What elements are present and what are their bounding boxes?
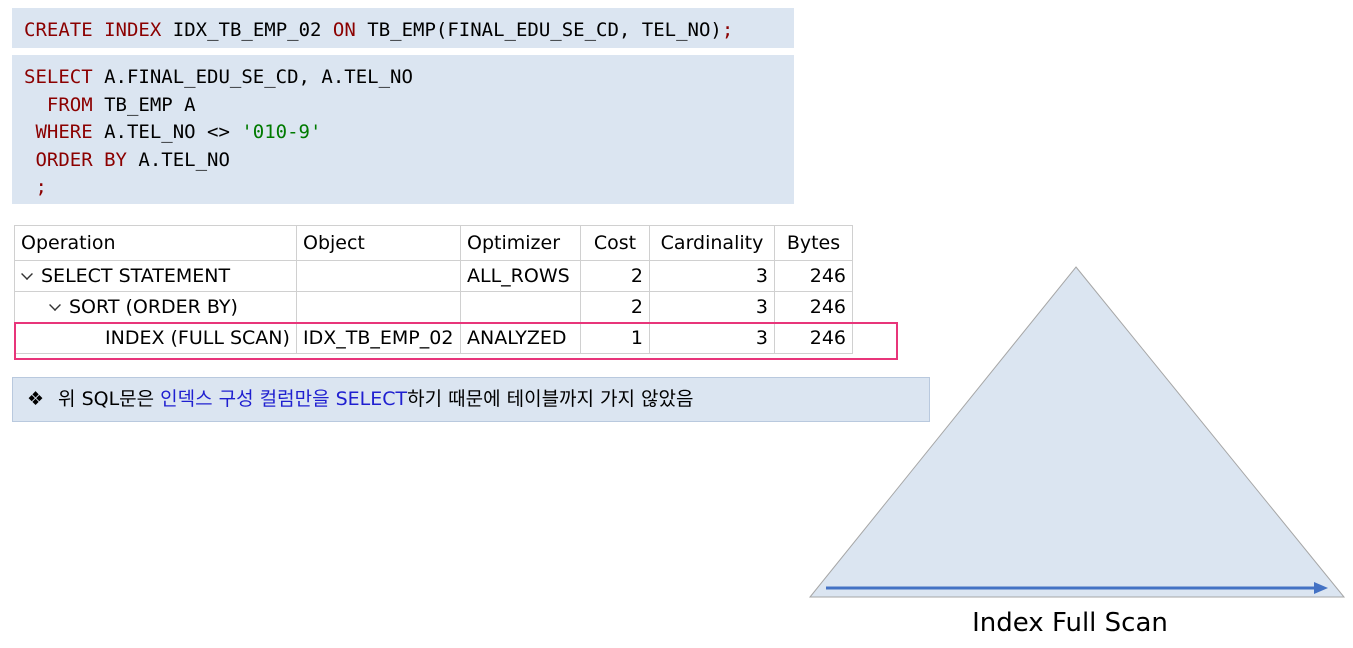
sql-line: SELECT A.FINAL_EDU_SE_CD, A.TEL_NO xyxy=(24,64,794,92)
note-text: 하기 때문에 테이블까지 가지 않았음 xyxy=(407,388,694,410)
index-triangle xyxy=(808,266,1346,598)
column-header[interactable]: Cardinality xyxy=(649,225,775,261)
cost-cell: 2 xyxy=(580,260,650,292)
sql-keyword: ORDER BY xyxy=(24,148,127,171)
note-highlight: 인덱스 구성 컬럼만을 SELECT xyxy=(160,388,408,410)
column-header[interactable]: Cost xyxy=(580,225,650,261)
table-columns: TB_EMP(FINAL_EDU_SE_CD, TEL_NO) xyxy=(367,19,722,41)
table-row[interactable]: SORT (ORDER BY) 2 3 246 xyxy=(14,291,853,323)
sql-keyword: INDEX xyxy=(104,19,162,41)
sql-keyword: SELECT xyxy=(24,66,93,88)
chevron-down-icon[interactable] xyxy=(21,268,33,280)
sql-string: '010-9' xyxy=(241,121,322,143)
sql-keyword: FROM xyxy=(24,93,93,116)
object-cell xyxy=(296,291,461,323)
sql-text: A.FINAL_EDU_SE_CD, A.TEL_NO xyxy=(92,66,413,88)
cardinality-cell: 3 xyxy=(649,291,775,323)
explanation-note: ❖ 위 SQL문은 인덱스 구성 컬럼만을 SELECT하기 때문에 테이블까지 … xyxy=(12,377,930,422)
operation-cell: SELECT STATEMENT xyxy=(41,265,231,287)
diamond-bullet-icon: ❖ xyxy=(27,388,45,410)
sql-text: TB_EMP A xyxy=(92,93,196,116)
cardinality-cell: 3 xyxy=(649,260,775,292)
sql-keyword: CREATE xyxy=(24,19,93,41)
column-header[interactable]: Object xyxy=(296,225,461,261)
index-name: IDX_TB_EMP_02 xyxy=(172,19,322,41)
highlight-box xyxy=(14,322,898,360)
sql-text: A.TEL_NO xyxy=(126,148,230,171)
sql-text: A.TEL_NO <> xyxy=(92,121,242,143)
sql-semicolon: ; xyxy=(721,19,734,41)
column-header[interactable]: Bytes xyxy=(774,225,853,261)
sql-keyword: ON xyxy=(332,19,356,41)
optimizer-cell: ALL_ROWS xyxy=(460,260,581,292)
table-header-row: Operation Object Optimizer Cost Cardinal… xyxy=(14,225,853,261)
column-header[interactable]: Operation xyxy=(14,225,297,261)
sql-line: ; xyxy=(24,176,47,198)
column-header[interactable]: Optimizer xyxy=(460,225,581,261)
sql-line: WHERE A.TEL_NO <> '010-9' xyxy=(24,119,794,147)
sql-line: FROM TB_EMP A xyxy=(24,92,794,120)
sql-line: ORDER BY A.TEL_NO xyxy=(24,147,794,175)
create-index-sql: CREATE INDEX IDX_TB_EMP_02 ON TB_EMP(FIN… xyxy=(12,8,794,48)
select-sql: SELECT A.FINAL_EDU_SE_CD, A.TEL_NO FROM … xyxy=(12,55,794,204)
optimizer-cell xyxy=(460,291,581,323)
index-tree-diagram xyxy=(808,266,1346,598)
object-cell xyxy=(296,260,461,292)
chevron-down-icon[interactable] xyxy=(49,299,61,311)
cost-cell: 2 xyxy=(580,291,650,323)
note-text: 위 SQL문은 xyxy=(58,388,161,410)
diagram-caption: Index Full Scan xyxy=(972,608,1168,638)
table-row[interactable]: SELECT STATEMENT ALL_ROWS 2 3 246 xyxy=(14,260,853,292)
operation-cell: SORT (ORDER BY) xyxy=(69,296,238,318)
sql-keyword: WHERE xyxy=(24,121,93,143)
